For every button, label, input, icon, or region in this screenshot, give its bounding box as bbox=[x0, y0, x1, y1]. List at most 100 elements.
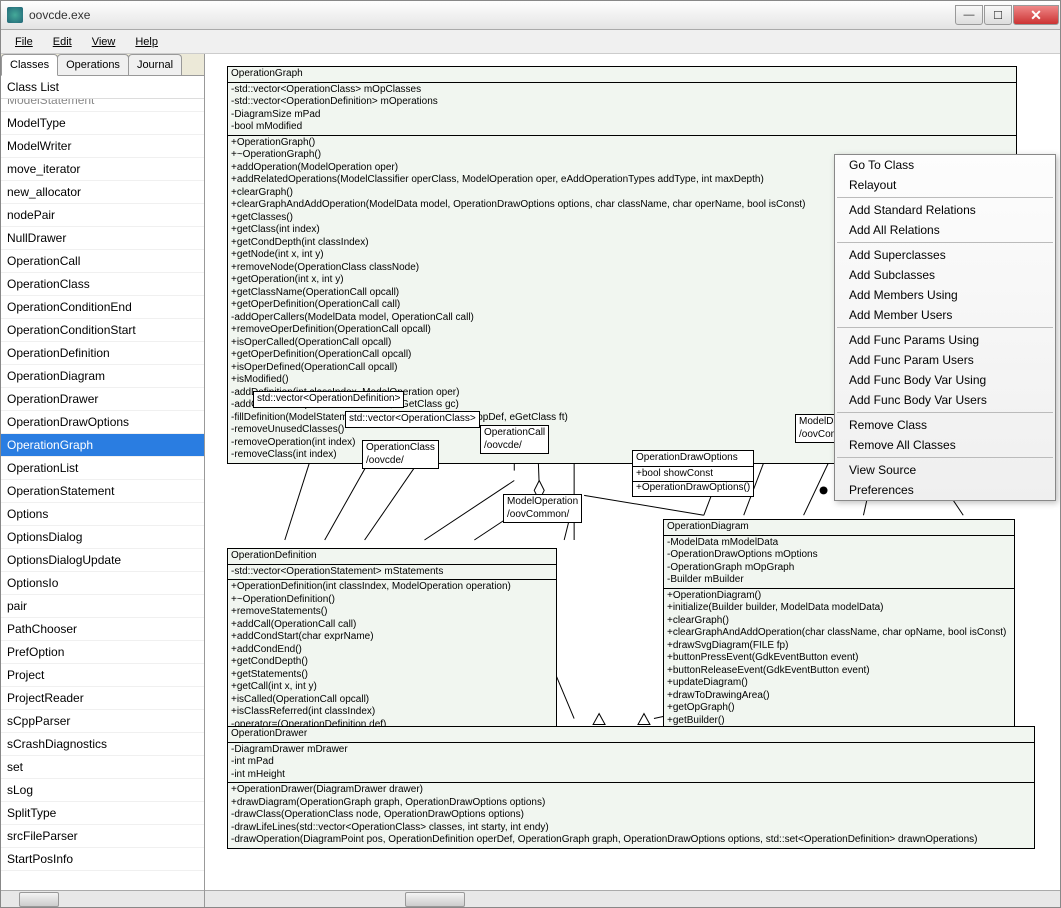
context-menu-item[interactable]: Add Subclasses bbox=[835, 265, 1055, 285]
uml-line: -Builder mBuilder bbox=[667, 574, 1011, 587]
titlebar: oovcde.exe — ☐ ✕ bbox=[1, 1, 1060, 30]
uml-line: +isCalled(OperationCall opcall) bbox=[231, 694, 553, 707]
context-menu-item[interactable]: Add Func Body Var Users bbox=[835, 390, 1055, 410]
node-operation-draw-options[interactable]: OperationDrawOptions +bool showConst +Op… bbox=[632, 450, 754, 497]
uml-line: -std::vector<OperationDefinition> mOpera… bbox=[231, 96, 1013, 109]
tab-journal[interactable]: Journal bbox=[128, 54, 182, 75]
class-list[interactable]: ModelStatementModelTypeModelWritermove_i… bbox=[1, 99, 204, 890]
context-menu-item[interactable]: Add All Relations bbox=[835, 220, 1055, 240]
context-menu-item[interactable]: Preferences bbox=[835, 480, 1055, 500]
class-list-item[interactable]: OperationDrawOptions bbox=[1, 411, 204, 434]
scrollbar-thumb[interactable] bbox=[405, 892, 465, 907]
tab-operations[interactable]: Operations bbox=[57, 54, 129, 75]
class-list-item[interactable]: sCppParser bbox=[1, 710, 204, 733]
maximize-button[interactable]: ☐ bbox=[984, 5, 1012, 25]
context-menu-item[interactable]: Add Members Using bbox=[835, 285, 1055, 305]
class-list-item[interactable]: OperationGraph bbox=[1, 434, 204, 457]
class-list-item[interactable]: nodePair bbox=[1, 204, 204, 227]
node-vector-opdef[interactable]: std::vector<OperationDefinition> bbox=[253, 391, 404, 408]
class-list-header: Class List bbox=[1, 76, 204, 99]
sidebar-scrollbar[interactable] bbox=[1, 890, 204, 907]
close-button[interactable]: ✕ bbox=[1013, 5, 1059, 25]
menu-view[interactable]: View bbox=[82, 33, 126, 51]
class-list-item[interactable]: PathChooser bbox=[1, 618, 204, 641]
class-list-item[interactable]: OptionsDialog bbox=[1, 526, 204, 549]
class-list-item[interactable]: OperationList bbox=[1, 457, 204, 480]
uml-line: -bool mModified bbox=[231, 121, 1013, 134]
uml-operation-drawer[interactable]: OperationDrawer -DiagramDrawer mDrawer-i… bbox=[227, 726, 1035, 849]
class-list-item[interactable]: sCrashDiagnostics bbox=[1, 733, 204, 756]
class-list-item[interactable]: pair bbox=[1, 595, 204, 618]
class-list-item[interactable]: ModelStatement bbox=[1, 99, 204, 112]
class-list-item[interactable]: OptionsIo bbox=[1, 572, 204, 595]
minimize-button[interactable]: — bbox=[955, 5, 983, 25]
class-list-item[interactable]: ProjectReader bbox=[1, 687, 204, 710]
class-list-item[interactable]: OperationDefinition bbox=[1, 342, 204, 365]
class-list-item[interactable]: SplitType bbox=[1, 802, 204, 825]
class-list-item[interactable]: srcFileParser bbox=[1, 825, 204, 848]
menu-edit[interactable]: Edit bbox=[43, 33, 82, 51]
node-vector-opclass[interactable]: std::vector<OperationClass> bbox=[345, 411, 480, 428]
class-list-item[interactable]: PrefOption bbox=[1, 641, 204, 664]
context-menu-item[interactable]: Remove Class bbox=[835, 415, 1055, 435]
class-list-item[interactable]: ModelWriter bbox=[1, 135, 204, 158]
context-menu-item[interactable]: View Source bbox=[835, 460, 1055, 480]
uml-line: +getStatements() bbox=[231, 669, 553, 682]
scrollbar-thumb[interactable] bbox=[19, 892, 59, 907]
uml-line: +getCall(int x, int y) bbox=[231, 681, 553, 694]
uml-operation-definition[interactable]: OperationDefinition -std::vector<Operati… bbox=[227, 548, 557, 733]
class-list-item[interactable]: OperationStatement bbox=[1, 480, 204, 503]
uml-line: +OperationDefinition(int classIndex, Mod… bbox=[231, 581, 553, 594]
class-list-item[interactable]: OperationClass bbox=[1, 273, 204, 296]
class-list-item[interactable]: OperationConditionStart bbox=[1, 319, 204, 342]
uml-line: +drawSvgDiagram(FILE fp) bbox=[667, 640, 1011, 653]
context-menu-item[interactable]: Add Func Body Var Using bbox=[835, 370, 1055, 390]
sidebar: Classes Operations Journal Class List Mo… bbox=[1, 54, 205, 907]
class-list-item[interactable]: StartPosInfo bbox=[1, 848, 204, 871]
class-list-item[interactable]: OperationDrawer bbox=[1, 388, 204, 411]
canvas-scrollbar[interactable] bbox=[205, 890, 1060, 907]
class-list-item[interactable]: sLog bbox=[1, 779, 204, 802]
uml-line: +drawDiagram(OperationGraph graph, Opera… bbox=[231, 797, 1031, 810]
context-menu[interactable]: Go To ClassRelayout Add Standard Relation… bbox=[834, 154, 1056, 501]
uml-line: -ModelData mModelData bbox=[667, 537, 1011, 550]
node-operation-call[interactable]: OperationCall /oovcde/ bbox=[480, 425, 549, 454]
app-window: oovcde.exe — ☐ ✕ File Edit View Help Cla… bbox=[0, 0, 1061, 908]
uml-line: +isClassReferred(int classIndex) bbox=[231, 706, 553, 719]
class-list-item[interactable]: set bbox=[1, 756, 204, 779]
uml-line: +OperationDiagram() bbox=[667, 590, 1011, 603]
context-menu-item[interactable]: Relayout bbox=[835, 175, 1055, 195]
context-menu-item[interactable]: Add Standard Relations bbox=[835, 200, 1055, 220]
class-list-item[interactable]: move_iterator bbox=[1, 158, 204, 181]
uml-line: -OperationDrawOptions mOptions bbox=[667, 549, 1011, 562]
uml-line: -int mHeight bbox=[231, 769, 1031, 782]
node-operation-class[interactable]: OperationClass /oovcde/ bbox=[362, 440, 439, 469]
sidebar-tabs: Classes Operations Journal bbox=[1, 54, 204, 76]
context-menu-item[interactable]: Remove All Classes bbox=[835, 435, 1055, 455]
uml-line: -std::vector<OperationClass> mOpClasses bbox=[231, 84, 1013, 97]
class-list-item[interactable]: Options bbox=[1, 503, 204, 526]
class-list-item[interactable]: OperationCall bbox=[1, 250, 204, 273]
uml-operation-diagram[interactable]: OperationDiagram -ModelData mModelData-O… bbox=[663, 519, 1015, 754]
context-menu-item[interactable]: Go To Class bbox=[835, 155, 1055, 175]
uml-line: +addCondStart(char exprName) bbox=[231, 631, 553, 644]
class-list-item[interactable]: OperationDiagram bbox=[1, 365, 204, 388]
class-list-item[interactable]: NullDrawer bbox=[1, 227, 204, 250]
diagram-canvas[interactable]: OperationGraph -std::vector<OperationCla… bbox=[205, 54, 1060, 907]
class-list-item[interactable]: new_allocator bbox=[1, 181, 204, 204]
tab-classes[interactable]: Classes bbox=[1, 54, 58, 76]
context-menu-item[interactable]: Add Func Param Users bbox=[835, 350, 1055, 370]
context-menu-item[interactable]: Add Member Users bbox=[835, 305, 1055, 325]
context-menu-item[interactable]: Add Func Params Using bbox=[835, 330, 1055, 350]
class-list-item[interactable]: ModelType bbox=[1, 112, 204, 135]
context-menu-item[interactable]: Add Superclasses bbox=[835, 245, 1055, 265]
context-menu-separator bbox=[837, 242, 1053, 243]
class-list-item[interactable]: OptionsDialogUpdate bbox=[1, 549, 204, 572]
uml-title: OperationDefinition bbox=[228, 549, 556, 565]
class-list-item[interactable]: OperationConditionEnd bbox=[1, 296, 204, 319]
node-model-operation[interactable]: ModelOperation /oovCommon/ bbox=[503, 494, 582, 523]
menu-help[interactable]: Help bbox=[125, 33, 168, 51]
app-icon bbox=[7, 7, 23, 23]
menu-file[interactable]: File bbox=[5, 33, 43, 51]
class-list-item[interactable]: Project bbox=[1, 664, 204, 687]
